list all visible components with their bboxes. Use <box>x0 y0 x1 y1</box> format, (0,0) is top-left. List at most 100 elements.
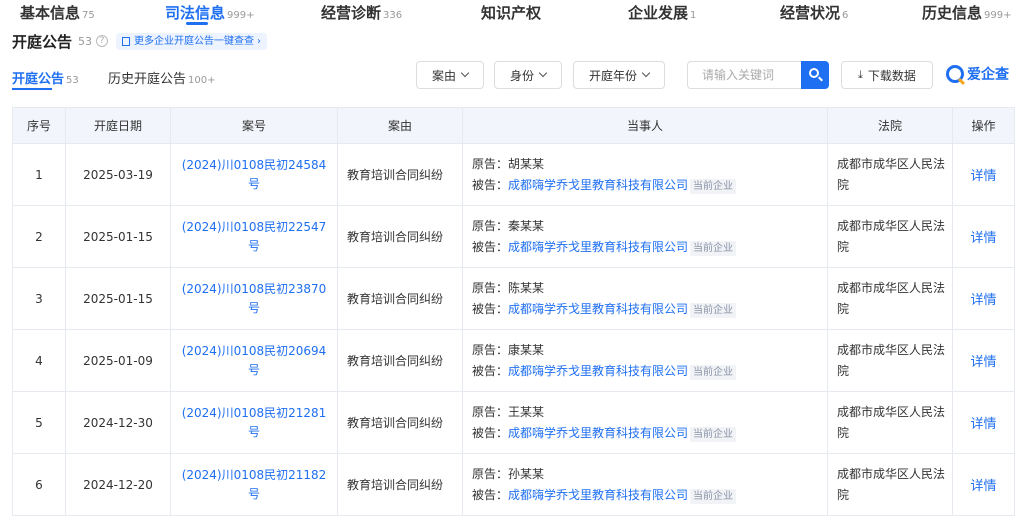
defendant-company-link[interactable]: 成都嗨学乔戈里教育科技有限公司 <box>508 426 688 440</box>
case-number-link[interactable]: (2024)川0108民初24584号 <box>170 143 338 206</box>
header-court: 法院 <box>827 107 953 144</box>
row-no: 4 <box>12 329 66 392</box>
detail-link[interactable]: 详情 <box>952 453 1015 516</box>
tab-judicial-info[interactable]: 司法信息 999+ <box>165 2 254 23</box>
section-header: 开庭公告 53 ? 更多企业开庭公告一键查查 › <box>12 32 268 51</box>
table-row: 2 2025-01-15 (2024)川0108民初22547号 教育培训合同纠… <box>12 205 1015 268</box>
table-row: 4 2025-01-09 (2024)川0108民初20694号 教育培训合同纠… <box>12 329 1015 392</box>
active-subtab-underline <box>12 88 52 90</box>
header-reason: 案由 <box>337 107 463 144</box>
case-number-link[interactable]: (2024)川0108民初21182号 <box>170 453 338 516</box>
court-announcement-table: 序号 开庭日期 案号 案由 当事人 法院 操作 1 2025-03-19 (20… <box>12 107 1015 516</box>
current-company-badge: 当前企业 <box>690 240 737 256</box>
row-parties: 原告：陈某某 被告：成都嗨学乔戈里教育科技有限公司 当前企业 <box>462 267 828 330</box>
help-icon[interactable]: ? <box>96 35 109 47</box>
row-no: 2 <box>12 205 66 268</box>
detail-link[interactable]: 详情 <box>952 205 1015 268</box>
tab-basic-info[interactable]: 基本信息 75 <box>20 2 95 23</box>
current-company-badge: 当前企业 <box>690 364 737 380</box>
table-row: 5 2024-12-30 (2024)川0108民初21281号 教育培训合同纠… <box>12 391 1015 454</box>
year-filter-dropdown[interactable]: 开庭年份 <box>573 61 665 89</box>
download-data-button[interactable]: ⤓ 下载数据 <box>841 61 933 89</box>
header-parties: 当事人 <box>462 107 828 144</box>
chevron-right-icon: › <box>257 35 262 47</box>
defendant-company-link[interactable]: 成都嗨学乔戈里教育科技有限公司 <box>508 364 688 378</box>
detail-link[interactable]: 详情 <box>952 267 1015 330</box>
current-company-badge: 当前企业 <box>690 426 737 442</box>
defendant-company-link[interactable]: 成都嗨学乔戈里教育科技有限公司 <box>508 302 688 316</box>
detail-link[interactable]: 详情 <box>952 329 1015 392</box>
plaintiff-name: 胡某某 <box>508 156 545 171</box>
case-number-link[interactable]: (2024)川0108民初22547号 <box>170 205 338 268</box>
row-no: 6 <box>12 453 66 516</box>
detail-link[interactable]: 详情 <box>952 391 1015 454</box>
row-reason: 教育培训合同纠纷 <box>337 453 463 516</box>
case-number-link[interactable]: (2024)川0108民初20694号 <box>170 329 338 392</box>
table-row: 3 2025-01-15 (2024)川0108民初23870号 教育培训合同纠… <box>12 267 1015 330</box>
search-button[interactable] <box>801 61 829 89</box>
header-no: 序号 <box>12 107 66 144</box>
plaintiff-name: 陈某某 <box>508 280 545 295</box>
section-title: 开庭公告 <box>12 32 73 51</box>
row-parties: 原告：胡某某 被告：成都嗨学乔戈里教育科技有限公司 当前企业 <box>462 143 828 206</box>
download-icon: ⤓ <box>858 68 863 81</box>
subtab-history-court-announcement[interactable]: 历史开庭公告 100+ <box>108 68 215 87</box>
defendant-company-link[interactable]: 成都嗨学乔戈里教育科技有限公司 <box>508 178 688 192</box>
aiqicha-logo: 爱企查 <box>946 64 1009 84</box>
tab-operation-diagnosis[interactable]: 经营诊断 336 <box>321 2 402 23</box>
tab-operation-status[interactable]: 经营状况 6 <box>780 2 848 23</box>
defendant-company-link[interactable]: 成都嗨学乔戈里教育科技有限公司 <box>508 240 688 254</box>
plaintiff-name: 康某某 <box>508 342 545 357</box>
row-court: 成都市成华区人民法院 <box>827 205 953 268</box>
row-no: 1 <box>12 143 66 206</box>
chevron-down-icon <box>641 68 651 78</box>
row-reason: 教育培训合同纠纷 <box>337 329 463 392</box>
row-parties: 原告：王某某 被告：成都嗨学乔戈里教育科技有限公司 当前企业 <box>462 391 828 454</box>
table-row: 1 2025-03-19 (2024)川0108民初24584号 教育培训合同纠… <box>12 143 1015 206</box>
keyword-search-input[interactable] <box>687 61 801 89</box>
row-court: 成都市成华区人民法院 <box>827 391 953 454</box>
identity-filter-dropdown[interactable]: 身份 <box>494 61 562 89</box>
row-reason: 教育培训合同纠纷 <box>337 205 463 268</box>
row-court: 成都市成华区人民法院 <box>827 453 953 516</box>
row-date: 2025-01-15 <box>65 267 171 330</box>
row-court: 成都市成华区人民法院 <box>827 143 953 206</box>
active-tab-underline <box>186 22 208 25</box>
row-parties: 原告：康某某 被告：成都嗨学乔戈里教育科技有限公司 当前企业 <box>462 329 828 392</box>
header-date: 开庭日期 <box>65 107 171 144</box>
chevron-down-icon <box>460 68 470 78</box>
header-case-no: 案号 <box>170 107 338 144</box>
chevron-down-icon <box>538 68 548 78</box>
row-no: 5 <box>12 391 66 454</box>
row-date: 2025-01-09 <box>65 329 171 392</box>
tab-history-info[interactable]: 历史信息 999+ <box>922 2 1011 23</box>
current-company-badge: 当前企业 <box>690 302 737 318</box>
defendant-company-link[interactable]: 成都嗨学乔戈里教育科技有限公司 <box>508 488 688 502</box>
detail-link[interactable]: 详情 <box>952 143 1015 206</box>
row-parties: 原告：孙某某 被告：成都嗨学乔戈里教育科技有限公司 当前企业 <box>462 453 828 516</box>
row-reason: 教育培训合同纠纷 <box>337 143 463 206</box>
row-parties: 原告：秦某某 被告：成都嗨学乔戈里教育科技有限公司 当前企业 <box>462 205 828 268</box>
plaintiff-name: 孙某某 <box>508 466 545 481</box>
case-number-link[interactable]: (2024)川0108民初21281号 <box>170 391 338 454</box>
tab-ip[interactable]: 知识产权 <box>481 2 541 23</box>
row-reason: 教育培训合同纠纷 <box>337 267 463 330</box>
row-date: 2024-12-20 <box>65 453 171 516</box>
table-row: 6 2024-12-20 (2024)川0108民初21182号 教育培训合同纠… <box>12 453 1015 516</box>
case-number-link[interactable]: (2024)川0108民初23870号 <box>170 267 338 330</box>
row-reason: 教育培训合同纠纷 <box>337 391 463 454</box>
tab-development[interactable]: 企业发展 1 <box>628 2 696 23</box>
document-icon <box>122 36 131 46</box>
subtab-court-announcement[interactable]: 开庭公告 53 <box>12 68 79 87</box>
row-court: 成都市成华区人民法院 <box>827 267 953 330</box>
row-date: 2025-01-15 <box>65 205 171 268</box>
reason-filter-dropdown[interactable]: 案由 <box>416 61 484 89</box>
more-announcements-link[interactable]: 更多企业开庭公告一键查查 › <box>116 32 268 50</box>
row-court: 成都市成华区人民法院 <box>827 329 953 392</box>
top-nav: 基本信息 75 司法信息 999+ 经营诊断 336 知识产权 企业发展 1 经营状况 6… <box>0 0 1024 26</box>
plaintiff-name: 秦某某 <box>508 218 545 233</box>
row-date: 2025-03-19 <box>65 143 171 206</box>
aiqicha-logo-icon <box>946 65 964 83</box>
current-company-badge: 当前企业 <box>690 488 737 504</box>
header-action: 操作 <box>952 107 1015 144</box>
